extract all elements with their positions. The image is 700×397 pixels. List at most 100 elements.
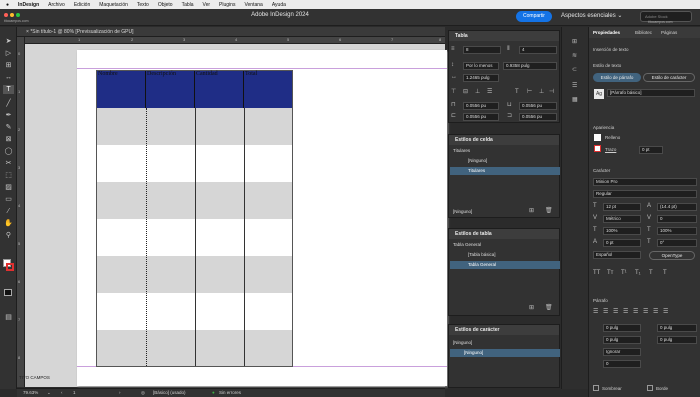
- pencil-tool-icon[interactable]: ✎: [3, 123, 14, 132]
- language-select[interactable]: Español: [593, 251, 641, 259]
- justify-right-icon[interactable]: ☰: [643, 309, 648, 316]
- tab-paragraph-style[interactable]: Estilo de párrafo: [593, 73, 641, 82]
- trash-icon[interactable]: 🗑: [545, 305, 553, 312]
- preview-mode-icon[interactable]: ▤: [3, 313, 14, 322]
- leading-field[interactable]: (14.4 pt): [657, 203, 697, 211]
- align-left-icon[interactable]: ☰: [593, 309, 598, 316]
- list-item[interactable]: Titulares: [450, 167, 560, 175]
- direct-selection-tool-icon[interactable]: ▷: [3, 49, 14, 58]
- horizontal-scale-field[interactable]: 100%: [657, 227, 697, 235]
- shading-checkbox[interactable]: [593, 385, 599, 391]
- tabla-panel-title[interactable]: Tabla: [449, 31, 559, 41]
- swatches-icon[interactable]: ▦: [572, 97, 578, 104]
- new-style-icon[interactable]: ⊞: [529, 208, 534, 215]
- rotate-text-270-icon[interactable]: ⊣: [549, 89, 554, 96]
- rotate-text-180-icon[interactable]: ⊥: [539, 89, 544, 96]
- table-styles-title[interactable]: Estilos de tabla: [449, 229, 559, 239]
- space-field[interactable]: 0: [603, 360, 641, 368]
- new-style-icon[interactable]: ⊞: [529, 305, 534, 312]
- small-caps-icon[interactable]: Tт: [607, 270, 613, 277]
- left-indent-field[interactable]: 0 pulg: [603, 324, 641, 332]
- hyphenation-select[interactable]: Ignorar: [603, 348, 641, 356]
- menu-ventana[interactable]: Ventana: [244, 2, 262, 8]
- list-item[interactable]: [Ninguno]: [450, 349, 560, 357]
- vertical-ruler[interactable]: 0 1 2 3 4 5 6 7 8: [17, 37, 25, 387]
- row-height-mode[interactable]: Por lo menos: [463, 62, 499, 70]
- gap-tool-icon[interactable]: ↔: [3, 73, 14, 82]
- note-tool-icon[interactable]: ▭: [3, 195, 14, 204]
- table[interactable]: Nombre Descripción Cantidad Total: [96, 70, 293, 367]
- header-cell-descripcion[interactable]: Descripción: [146, 71, 195, 108]
- pen-tool-icon[interactable]: ✒: [3, 111, 14, 120]
- menu-maquetacion[interactable]: Maquetación: [99, 2, 128, 8]
- prev-page-icon[interactable]: ‹: [61, 390, 63, 395]
- column-width-field[interactable]: 1.2465 pulg: [463, 74, 499, 82]
- paragraph-style-select[interactable]: [Párrafo básico]: [607, 89, 695, 97]
- preflight-status[interactable]: Sin errores: [219, 390, 241, 395]
- inset-top-field[interactable]: 0.0556 pu: [463, 102, 499, 110]
- eyedropper-tool-icon[interactable]: ⁄: [3, 207, 14, 216]
- tab-properties[interactable]: Propiedades: [593, 30, 620, 35]
- type-tool-icon[interactable]: T: [3, 85, 14, 94]
- horizontal-ruler[interactable]: 1 2 3 4 5 6 7 8: [25, 37, 445, 44]
- free-transform-tool-icon[interactable]: ⬚: [3, 171, 14, 180]
- vertical-scale-field[interactable]: 100%: [603, 227, 641, 235]
- inset-right-field[interactable]: 0.0556 pu: [519, 113, 557, 121]
- menu-tabla[interactable]: Tabla: [182, 2, 194, 8]
- share-button[interactable]: Compartir: [516, 11, 552, 22]
- all-caps-icon[interactable]: TT: [593, 270, 600, 277]
- last-line-indent-field[interactable]: 0 pulg: [657, 336, 697, 344]
- strikethrough-icon[interactable]: T: [663, 270, 667, 277]
- header-cell-nombre[interactable]: Nombre: [97, 71, 146, 108]
- preflight-profile[interactable]: [Básico] (usado): [153, 390, 186, 395]
- justify-left-icon[interactable]: ☰: [623, 309, 628, 316]
- align-bottom-icon[interactable]: ⊥: [475, 89, 480, 96]
- rotate-text-icon[interactable]: T: [515, 89, 519, 96]
- menu-ver[interactable]: Ver: [203, 2, 211, 8]
- properties-icon[interactable]: ⊞: [572, 39, 577, 46]
- kerning-field[interactable]: Métrico: [603, 215, 641, 223]
- row-height-field[interactable]: 0.9358 pulg: [503, 62, 557, 70]
- subscript-icon[interactable]: T₁: [635, 270, 641, 277]
- page-tool-icon[interactable]: ⊞: [3, 61, 14, 70]
- zoom-tool-icon[interactable]: ⚲: [3, 231, 14, 240]
- stroke-weight-field[interactable]: 0 pt: [639, 146, 663, 154]
- menu-ayuda[interactable]: Ayuda: [272, 2, 286, 8]
- justify-all-icon[interactable]: ☰: [653, 309, 658, 316]
- scissors-tool-icon[interactable]: ✂: [3, 159, 14, 168]
- chevron-down-icon[interactable]: ⌄: [47, 390, 51, 396]
- underline-icon[interactable]: T: [649, 270, 653, 277]
- columns-field[interactable]: 4: [519, 46, 557, 54]
- menu-edicion[interactable]: Edición: [74, 2, 90, 8]
- hand-tool-icon[interactable]: ✋: [3, 219, 14, 228]
- close-tab-icon[interactable]: ×: [26, 29, 29, 35]
- tab-libraries[interactable]: Bibliotec: [635, 30, 652, 35]
- align-justify-icon[interactable]: ☰: [487, 89, 492, 96]
- layers-icon[interactable]: ≋: [572, 53, 577, 60]
- border-checkbox[interactable]: [647, 385, 653, 391]
- header-cell-total[interactable]: Total: [244, 71, 292, 108]
- header-cell-cantidad[interactable]: Cantidad: [195, 71, 244, 108]
- list-item[interactable]: Tabla General: [450, 261, 560, 269]
- stroke-swatch[interactable]: [6, 263, 14, 271]
- justify-center-icon[interactable]: ☰: [633, 309, 638, 316]
- stroke-color-swatch[interactable]: [594, 145, 601, 152]
- opentype-button[interactable]: OpenType: [649, 251, 695, 260]
- menu-archivo[interactable]: Archivo: [48, 2, 65, 8]
- align-center-text-icon[interactable]: ☰: [603, 309, 608, 316]
- rows-field[interactable]: 8: [463, 46, 501, 54]
- font-size-field[interactable]: 12 pt: [603, 203, 641, 211]
- first-line-indent-field[interactable]: 0 pulg: [603, 336, 641, 344]
- menu-app-name[interactable]: InDesign: [18, 2, 39, 8]
- align-right-icon[interactable]: ☰: [613, 309, 618, 316]
- list-item[interactable]: [Tabla básica]: [450, 251, 560, 259]
- tab-character-style[interactable]: Estilo de carácter: [643, 73, 695, 82]
- rotate-text-90-icon[interactable]: ⊢: [527, 89, 532, 96]
- stroke-label[interactable]: Trazo: [605, 147, 616, 152]
- menu-plugins[interactable]: Plugins: [219, 2, 235, 8]
- workspace-switcher[interactable]: Aspectos esenciales ⌄: [561, 12, 622, 19]
- menu-objeto[interactable]: Objeto: [158, 2, 173, 8]
- align-spine-icon[interactable]: ☰: [663, 309, 668, 316]
- align-center-icon[interactable]: ⊟: [463, 89, 468, 96]
- zoom-level[interactable]: 79.63%: [23, 390, 38, 395]
